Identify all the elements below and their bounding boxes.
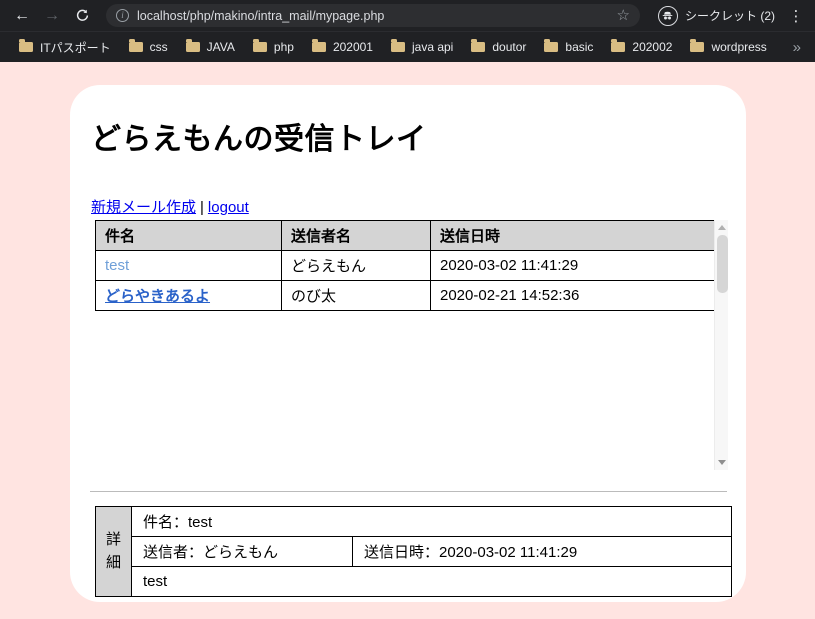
datetime-cell: 2020-02-21 14:52:36 xyxy=(430,280,715,311)
bookmark-label: JAVA xyxy=(206,40,235,54)
logout-link[interactable]: logout xyxy=(208,199,249,216)
page-viewport: どらえもんの受信トレイ 新規メール作成 | logout 件名 送信者名 送信日時 xyxy=(0,62,815,619)
detail-row-sender: 送信者：どらえもん 送信日時：2020-03-02 11:41:29 xyxy=(96,536,732,567)
detail-row-subject: 詳細 件名：test xyxy=(95,506,732,597)
folder-icon xyxy=(185,39,200,52)
inbox-header-row: 件名 送信者名 送信日時 xyxy=(95,220,715,251)
scroll-down-arrow-icon[interactable] xyxy=(718,460,726,465)
browser-menu-icon[interactable]: ⋮ xyxy=(785,7,807,25)
folder-icon xyxy=(19,39,33,52)
bookmark-label: php xyxy=(273,40,294,54)
subject-link[interactable]: どらやきあるよ xyxy=(105,288,210,305)
folder-icon xyxy=(690,39,705,52)
bookmark-label: wordpress xyxy=(711,40,767,54)
sender-cell: のび太 xyxy=(281,280,431,311)
detail-row-body: test xyxy=(96,566,732,597)
inbox-table: 件名 送信者名 送信日時 test どらえもん 2020-03-02 11:41… xyxy=(95,220,715,311)
bookmark-label: 202002 xyxy=(632,40,673,54)
page-title: どらえもんの受信トレイ xyxy=(91,123,427,156)
column-header-subject: 件名 xyxy=(95,220,282,251)
bookmark-item[interactable]: java api xyxy=(382,37,462,57)
refresh-button[interactable] xyxy=(68,3,96,29)
divider xyxy=(90,491,727,492)
content-card: どらえもんの受信トレイ 新規メール作成 | logout 件名 送信者名 送信日時 xyxy=(70,85,746,602)
folder-icon xyxy=(544,39,559,52)
folder-icon xyxy=(611,39,626,52)
bookmark-item[interactable]: doutor xyxy=(462,37,535,57)
browser-toolbar: ← → i localhost/php/makino/intra_mail/my… xyxy=(0,0,815,31)
sender-cell: どらえもん xyxy=(281,250,431,281)
bookmark-item[interactable]: php xyxy=(244,37,303,57)
datetime-cell: 2020-03-02 11:41:29 xyxy=(430,250,715,281)
bookmark-item[interactable]: ITパスポート xyxy=(10,36,120,59)
bookmark-item[interactable]: JAVA xyxy=(177,37,244,57)
column-header-datetime: 送信日時 xyxy=(430,220,715,251)
detail-table: 詳細 件名：test 送信者：どらえもん 送信日時：2020-03-02 11:… xyxy=(95,506,732,597)
bookmarks-bar: ITパスポート css JAVA php 202001 java api dou… xyxy=(0,31,815,62)
bookmark-label: doutor xyxy=(492,40,527,54)
bookmark-item[interactable]: basic xyxy=(535,37,602,57)
bookmark-star-icon[interactable]: ☆ xyxy=(617,8,630,23)
column-header-sender: 送信者名 xyxy=(281,220,431,251)
address-bar[interactable]: i localhost/php/makino/intra_mail/mypage… xyxy=(106,4,640,27)
incognito-icon xyxy=(657,5,678,26)
bookmarks-overflow-icon[interactable]: » xyxy=(789,39,805,56)
scrollbar-thumb[interactable] xyxy=(716,235,728,293)
compose-mail-link[interactable]: 新規メール作成 xyxy=(91,199,196,216)
nav-separator: | xyxy=(200,199,204,216)
bookmark-label: 202001 xyxy=(332,40,373,54)
subject-cell: どらやきあるよ xyxy=(95,280,282,311)
scroll-up-arrow-icon[interactable] xyxy=(718,225,726,230)
detail-subject-cell: 件名：test xyxy=(131,506,732,537)
bookmark-item[interactable]: css xyxy=(120,37,177,57)
bookmark-label: ITパスポート xyxy=(40,40,111,55)
inbox-scrollbar[interactable] xyxy=(714,220,728,470)
bookmark-item[interactable]: wordpress xyxy=(681,37,775,57)
folder-icon xyxy=(311,39,326,52)
refresh-icon xyxy=(76,9,88,21)
url-text: localhost/php/makino/intra_mail/mypage.p… xyxy=(137,8,385,23)
folder-icon xyxy=(471,39,486,52)
table-row[interactable]: test どらえもん 2020-03-02 11:41:29 xyxy=(95,250,715,281)
page-info-icon[interactable]: i xyxy=(116,9,129,22)
bookmark-label: css xyxy=(149,40,168,54)
detail-sender-cell: 送信者：どらえもん xyxy=(131,536,353,567)
table-row[interactable]: どらやきあるよ のび太 2020-02-21 14:52:36 xyxy=(95,280,715,311)
inbox-scroll-area: 件名 送信者名 送信日時 test どらえもん 2020-03-02 11:41… xyxy=(95,220,728,470)
detail-body-cell: test xyxy=(131,566,732,597)
subject-link[interactable]: test xyxy=(105,257,129,274)
bookmark-label: java api xyxy=(411,40,454,54)
bookmark-label: basic xyxy=(565,40,594,54)
page-nav: 新規メール作成 | logout xyxy=(91,196,728,217)
folder-icon xyxy=(252,39,267,52)
detail-datetime-cell: 送信日時：2020-03-02 11:41:29 xyxy=(352,536,732,567)
forward-button[interactable]: → xyxy=(38,3,66,29)
bookmark-item[interactable]: 202002 xyxy=(602,37,681,57)
folder-icon xyxy=(390,39,405,52)
incognito-badge[interactable]: シークレット (2) xyxy=(650,5,783,26)
folder-icon xyxy=(128,39,143,52)
bookmark-item[interactable]: 202001 xyxy=(303,37,382,57)
detail-label-cell: 詳細 xyxy=(95,506,132,597)
incognito-label: シークレット (2) xyxy=(684,9,775,23)
back-button[interactable]: ← xyxy=(8,3,36,29)
subject-cell: test xyxy=(95,250,282,281)
